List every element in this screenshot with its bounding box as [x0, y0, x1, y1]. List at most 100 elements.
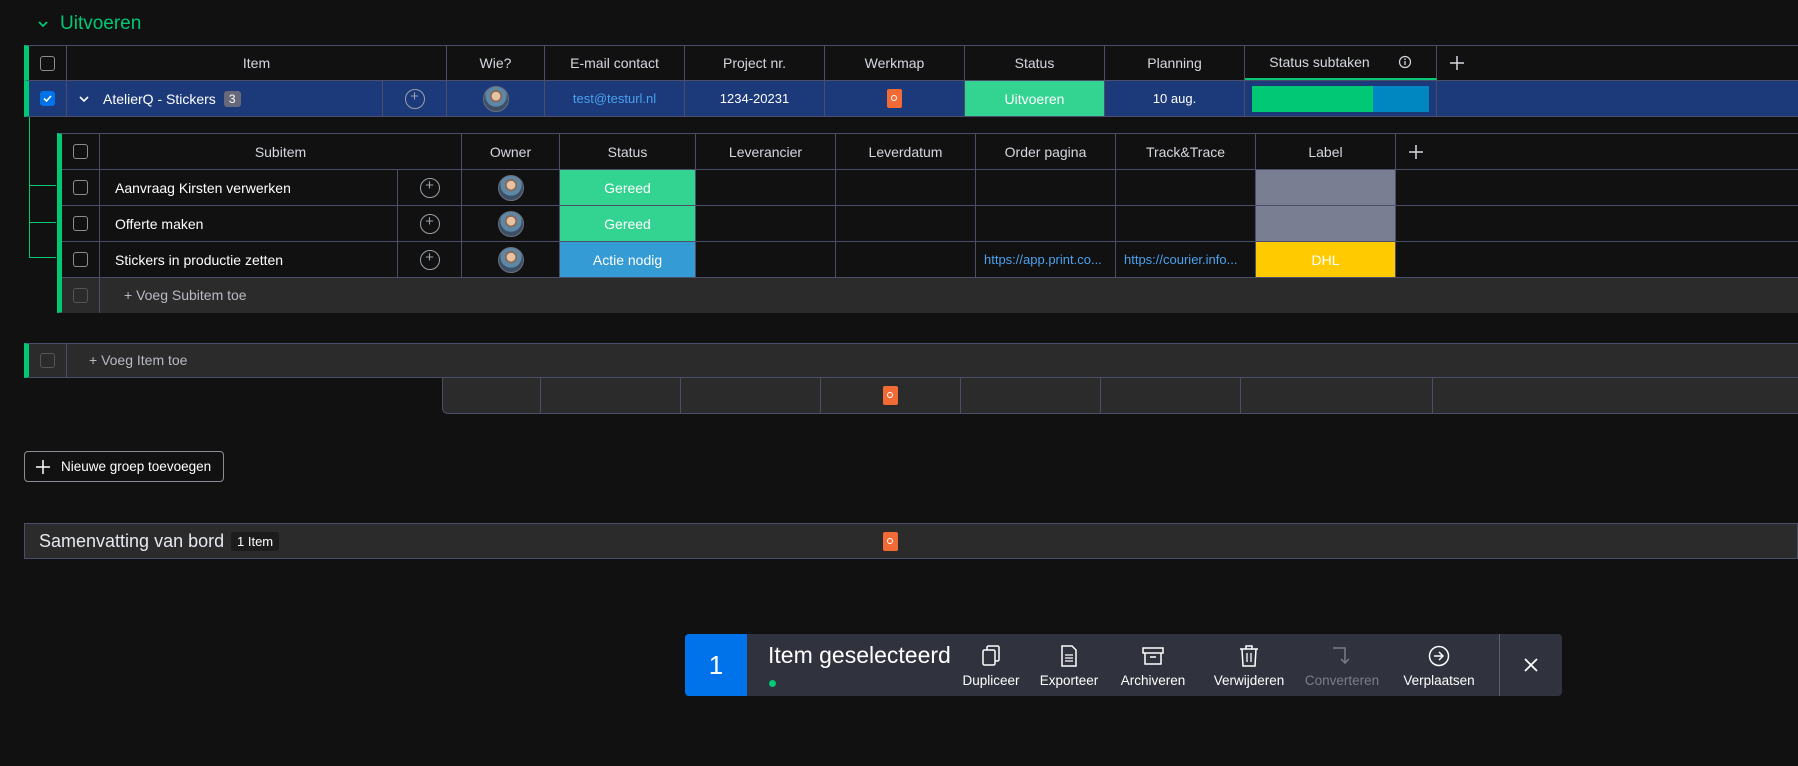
add-group-button[interactable]: Nieuwe groep toevoegen: [24, 451, 225, 482]
file-link-icon[interactable]: [883, 532, 898, 551]
item-row[interactable]: AtelierQ - Stickers 3 test@testurl.nl 12…: [24, 81, 1798, 117]
add-update-icon[interactable]: [419, 177, 440, 198]
subitem-track-link[interactable]: [1116, 170, 1256, 205]
subitem-track-link[interactable]: https://courier.info...: [1116, 242, 1256, 277]
duplicate-button[interactable]: Dupliceer: [960, 634, 1022, 696]
file-link-icon[interactable]: [883, 386, 898, 405]
subitem-order-link[interactable]: https://app.print.co...: [976, 242, 1116, 277]
column-header-status[interactable]: Status: [965, 46, 1105, 80]
add-subitem-column-icon[interactable]: [1408, 144, 1424, 160]
board-summary[interactable]: Samenvatting van bord 1 Item: [24, 523, 1798, 559]
archive-icon: [1142, 646, 1164, 665]
column-header-subtask-status[interactable]: Status subtaken: [1245, 46, 1437, 80]
item-planning[interactable]: 10 aug.: [1105, 81, 1245, 116]
item-subtask-progress[interactable]: [1245, 81, 1437, 116]
subitem-supplier[interactable]: [696, 242, 836, 277]
item-name[interactable]: AtelierQ - Stickers: [103, 91, 216, 107]
subitem-status[interactable]: Gereed: [560, 170, 696, 205]
close-icon: [1524, 658, 1538, 672]
subitem-checkbox[interactable]: [73, 252, 88, 267]
convert-icon: [1333, 646, 1350, 664]
column-header-project[interactable]: Project nr.: [685, 46, 825, 80]
subitem-row[interactable]: Stickers in productie zetten Actie nodig…: [62, 242, 1798, 278]
subitem-delivery-date[interactable]: [836, 242, 976, 277]
archive-button[interactable]: Archiveren: [1118, 634, 1188, 696]
subitem-header-owner[interactable]: Owner: [462, 134, 560, 169]
subitem-delivery-date[interactable]: [836, 170, 976, 205]
group-title[interactable]: Uitvoeren: [60, 13, 141, 35]
selection-dot: [769, 680, 776, 687]
subitem-status[interactable]: Actie nodig: [560, 242, 696, 277]
column-header-planning[interactable]: Planning: [1105, 46, 1245, 80]
subitem-status[interactable]: Gereed: [560, 206, 696, 241]
progress-bar: [1251, 85, 1430, 112]
subitem-delivery-date[interactable]: [836, 206, 976, 241]
selection-count: 1: [685, 634, 747, 696]
chevron-down-icon[interactable]: [36, 17, 50, 31]
subitem-count-badge[interactable]: 3: [223, 90, 241, 107]
subitem-checkbox[interactable]: [73, 216, 88, 231]
subitem-header-status[interactable]: Status: [560, 134, 696, 169]
add-update-icon[interactable]: [419, 249, 440, 270]
item-owner-cell[interactable]: [447, 81, 545, 116]
subitem-name[interactable]: Offerte maken: [100, 206, 398, 241]
subitem-header-delivery-date[interactable]: Leverdatum: [836, 134, 976, 169]
subitem-owner-cell[interactable]: [462, 206, 560, 241]
subitem-name[interactable]: Stickers in productie zetten: [100, 242, 398, 277]
info-icon[interactable]: [1398, 55, 1412, 69]
subitem-checkbox[interactable]: [73, 180, 88, 195]
add-item-row[interactable]: + Voeg Item toe: [24, 343, 1798, 378]
add-item-button[interactable]: + Voeg Item toe: [89, 352, 187, 368]
subitem-track-link[interactable]: [1116, 206, 1256, 241]
add-subitem-button[interactable]: + Voeg Subitem toe: [124, 287, 247, 303]
file-link-icon[interactable]: [887, 89, 902, 108]
column-header-email[interactable]: E-mail contact: [545, 46, 685, 80]
column-header-subtask-status-label: Status subtaken: [1269, 54, 1370, 70]
move-button[interactable]: Verplaatsen: [1401, 634, 1477, 696]
selection-label: Item geselecteerd: [768, 642, 951, 668]
subitem-label[interactable]: [1256, 206, 1396, 241]
delete-button[interactable]: Verwijderen: [1210, 634, 1288, 696]
select-all-subitems-checkbox[interactable]: [73, 144, 88, 159]
item-status[interactable]: Uitvoeren: [965, 81, 1105, 116]
column-header-folder[interactable]: Werkmap: [825, 46, 965, 80]
subitem-header-track-trace[interactable]: Track&Trace: [1116, 134, 1256, 169]
group-summary-row: [442, 378, 1798, 414]
item-email[interactable]: test@testurl.nl: [545, 81, 685, 116]
convert-button[interactable]: Converteren: [1300, 634, 1384, 696]
add-column-icon[interactable]: [1449, 55, 1465, 71]
item-checkbox[interactable]: [40, 91, 55, 106]
column-header-item[interactable]: Item: [67, 46, 447, 80]
folder-summary-cell[interactable]: [821, 378, 961, 413]
item-project-nr[interactable]: 1234-20231: [685, 81, 825, 116]
subitem-header-label[interactable]: Label: [1256, 134, 1396, 169]
subitem-row[interactable]: Aanvraag Kirsten verwerken Gereed: [62, 170, 1798, 206]
subitem-name[interactable]: Aanvraag Kirsten verwerken: [100, 170, 398, 205]
subitem-owner-cell[interactable]: [462, 242, 560, 277]
subitem-owner-cell[interactable]: [462, 170, 560, 205]
subitem-label[interactable]: DHL: [1256, 242, 1396, 277]
subitem-order-link[interactable]: [976, 206, 1116, 241]
subitem-table-header: Subitem Owner Status Leverancier Leverda…: [62, 134, 1798, 170]
subitem-header-supplier[interactable]: Leverancier: [696, 134, 836, 169]
add-update-icon[interactable]: [404, 88, 425, 109]
subitem-supplier[interactable]: [696, 206, 836, 241]
subitem-order-link[interactable]: [976, 170, 1116, 205]
item-folder-cell[interactable]: [825, 81, 965, 116]
group-header[interactable]: Uitvoeren: [36, 12, 141, 36]
select-all-checkbox[interactable]: [40, 55, 55, 71]
subitem-header-order-page[interactable]: Order pagina: [976, 134, 1116, 169]
add-update-icon[interactable]: [419, 213, 440, 234]
expand-subitems-icon[interactable]: [77, 92, 91, 106]
subitem-supplier[interactable]: [696, 170, 836, 205]
subitem-header-name[interactable]: Subitem: [100, 134, 462, 169]
export-button[interactable]: Exporteer: [1037, 634, 1101, 696]
subitem-row[interactable]: Offerte maken Gereed: [62, 206, 1798, 242]
column-header-owner[interactable]: Wie?: [447, 46, 545, 80]
close-selection-button[interactable]: [1500, 634, 1562, 696]
summary-folder-cell[interactable]: [883, 532, 898, 551]
subitem-label[interactable]: [1256, 170, 1396, 205]
selection-bar: 1 Item geselecteerd Dupliceer Exporteer …: [685, 634, 1562, 696]
tree-connector: [29, 117, 30, 257]
add-subitem-row[interactable]: + Voeg Subitem toe: [62, 278, 1798, 313]
